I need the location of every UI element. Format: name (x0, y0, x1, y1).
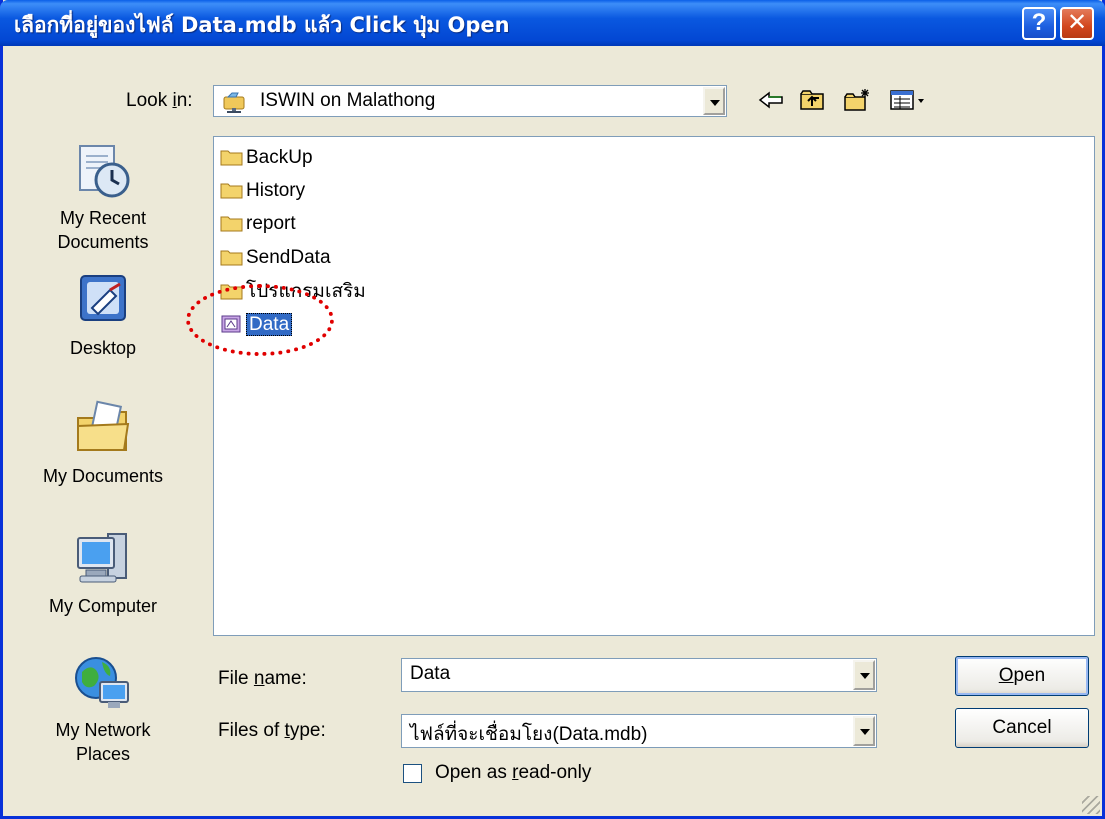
open-file-dialog: เลือกที่อยู่ของไฟล์ Data.mdb แล้ว Click … (0, 0, 1105, 819)
help-button[interactable]: ? (1022, 7, 1056, 40)
place-my-computer[interactable]: My Computer (3, 528, 203, 618)
file-name-input[interactable]: Data (410, 663, 450, 685)
place-my-documents[interactable]: My Documents (3, 398, 203, 488)
highlight-annotation-circle (186, 284, 334, 356)
file-item-backup[interactable]: BackUp (220, 145, 313, 171)
file-name-label: File name: (218, 668, 307, 689)
recent-documents-icon (72, 140, 134, 202)
look-in-label: Look in: (126, 90, 193, 111)
place-desktop[interactable]: Desktop (3, 270, 203, 360)
look-in-combo[interactable]: ISWIN on Malathong (213, 85, 727, 117)
place-my-network-places[interactable]: My Network Places (3, 652, 203, 766)
back-arrow-icon[interactable] (757, 88, 785, 112)
file-name-dropdown-arrow[interactable] (853, 660, 875, 690)
read-only-label[interactable]: Open as read-only (435, 762, 591, 784)
up-folder-icon[interactable] (799, 88, 827, 112)
my-computer-icon (72, 528, 134, 590)
look-in-dropdown-arrow[interactable] (703, 87, 725, 115)
file-item-history[interactable]: History (220, 178, 305, 204)
place-my-recent-documents[interactable]: My Recent Documents (3, 140, 203, 254)
close-button[interactable]: ✕ (1060, 7, 1094, 40)
files-of-type-combo[interactable]: ไฟล์ที่จะเชื่อมโยง(Data.mdb) (401, 714, 877, 748)
open-button[interactable]: Open (955, 656, 1089, 696)
files-of-type-label: Files of type: (218, 720, 326, 741)
new-folder-icon[interactable] (843, 88, 871, 112)
views-menu-icon[interactable] (889, 88, 929, 112)
window-title: เลือกที่อยู่ของไฟล์ Data.mdb แล้ว Click … (14, 13, 510, 37)
resize-grip[interactable] (1082, 796, 1100, 814)
folder-icon (220, 216, 243, 232)
file-item-senddata[interactable]: SendData (220, 245, 331, 271)
look-in-value: ISWIN on Malathong (260, 90, 436, 111)
network-folder-icon (223, 92, 245, 113)
title-bar[interactable]: เลือกที่อยู่ของไฟล์ Data.mdb แล้ว Click … (0, 0, 1105, 46)
cancel-button[interactable]: Cancel (955, 708, 1089, 748)
file-list[interactable]: BackUp History report SendData โปรแกรมเส… (213, 136, 1095, 636)
desktop-icon (72, 270, 134, 332)
file-name-combo[interactable]: Data (401, 658, 877, 692)
files-of-type-dropdown-arrow[interactable] (853, 716, 875, 746)
files-of-type-value: ไฟล์ที่จะเชื่อมโยง(Data.mdb) (410, 724, 648, 745)
my-documents-icon (72, 398, 134, 460)
file-item-report[interactable]: report (220, 211, 296, 237)
network-places-icon (72, 652, 134, 714)
read-only-checkbox[interactable] (403, 764, 422, 783)
folder-icon (220, 250, 243, 266)
folder-icon (220, 183, 243, 199)
folder-icon (220, 150, 243, 166)
